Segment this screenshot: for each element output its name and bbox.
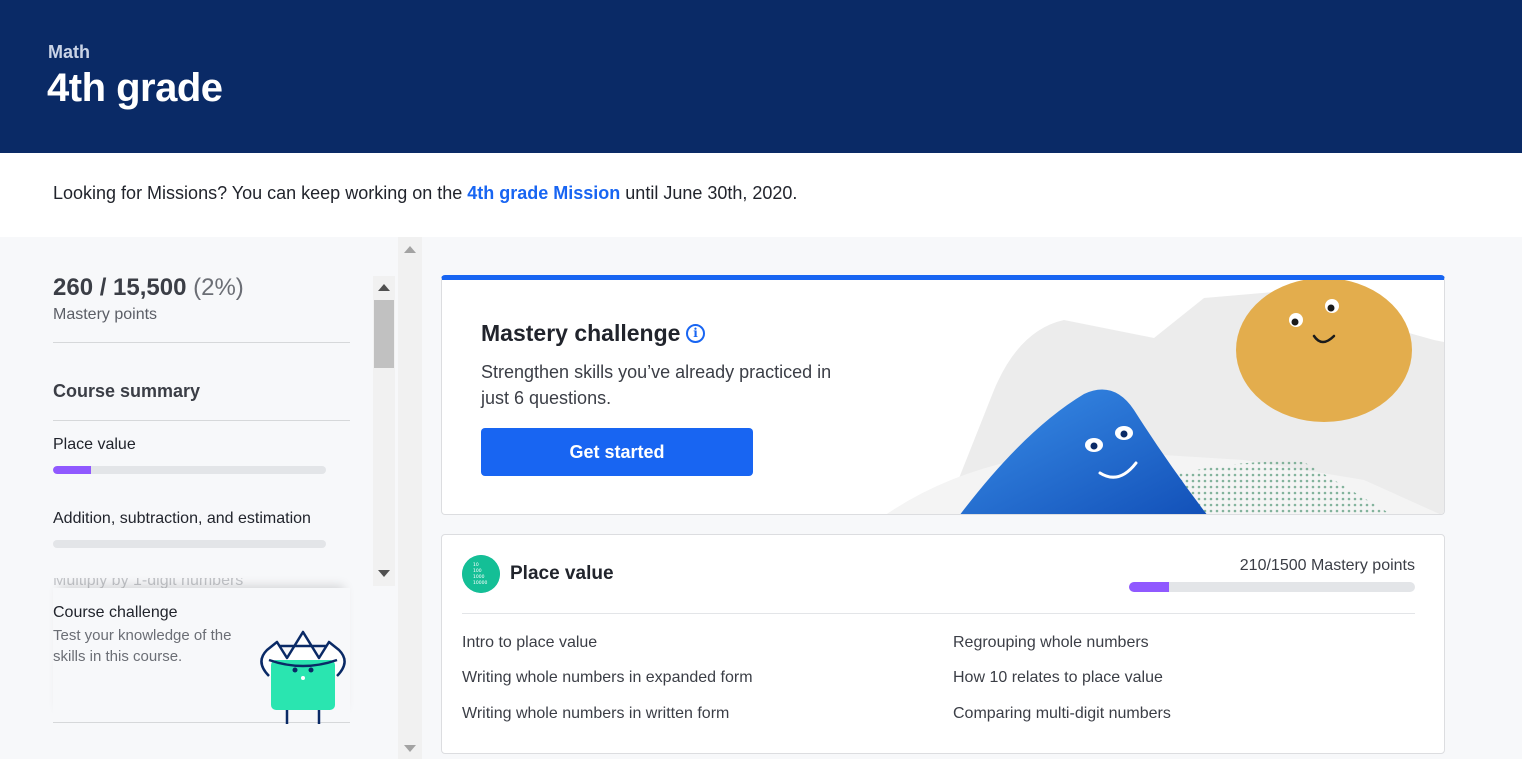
unit-progress-fill <box>53 466 92 474</box>
mastery-challenge-title: Mastery challenge <box>481 320 681 346</box>
lesson-link[interactable]: How 10 relates to place value <box>953 669 1163 687</box>
mastery-points-total: 260 / 15,500 (2%) <box>53 274 244 302</box>
points-value: 260 / 15,500 <box>53 274 187 301</box>
scroll-down-arrow-icon[interactable] <box>404 745 416 752</box>
divider <box>53 420 350 421</box>
course-header: Math 4th grade <box>0 0 1522 153</box>
notice-suffix: until June 30th, 2020. <box>620 183 798 203</box>
mission-link[interactable]: 4th grade Mission <box>467 183 620 203</box>
lesson-link[interactable]: Writing whole numbers in expanded form <box>462 669 753 687</box>
lesson-link[interactable]: Regrouping whole numbers <box>953 634 1149 652</box>
icon-digit: 10 <box>473 562 479 568</box>
sidebar-unit-faded: Multiply by 1-digit numbers <box>53 578 353 588</box>
missions-notice: Looking for Missions? You can keep worki… <box>0 153 1522 237</box>
sidebar-scrollbar[interactable] <box>373 276 395 586</box>
divider <box>462 613 1415 614</box>
course-challenge-card[interactable]: Course challenge Test your knowledge of … <box>53 588 350 724</box>
unit-progress-bar <box>53 466 326 474</box>
scroll-up-arrow-icon[interactable] <box>404 246 416 253</box>
sidebar-unit-place-value[interactable]: Place value <box>53 436 136 454</box>
mountains-illustration <box>886 280 1444 514</box>
unit-progress-bar <box>1129 582 1415 592</box>
divider <box>53 342 350 343</box>
lesson-link[interactable]: Comparing multi-digit numbers <box>953 705 1171 723</box>
icon-digit: 1000 <box>473 574 485 580</box>
notice-prefix: Looking for Missions? You can keep worki… <box>53 183 468 203</box>
info-icon[interactable]: i <box>686 324 705 343</box>
page-scrollbar[interactable] <box>398 237 422 759</box>
unit-progress-bar <box>53 540 326 548</box>
unit-progress-fill <box>1129 582 1170 592</box>
crowned-character-icon <box>260 630 346 724</box>
sidebar-unit-addition[interactable]: Addition, subtraction, and estimation <box>53 510 311 528</box>
scroll-up-arrow-icon[interactable] <box>378 284 390 291</box>
mastery-challenge-description: Strengthen skills you’ve already practic… <box>481 362 832 408</box>
points-percent: (2%) <box>193 274 244 301</box>
course-challenge-title: Course challenge <box>53 604 178 621</box>
icon-digit: 100 <box>473 568 482 574</box>
unit-title[interactable]: Place value <box>510 563 614 585</box>
mastery-points-label: Mastery points <box>53 306 158 323</box>
mastery-challenge-card: Mastery challenge i Strengthen skills yo… <box>441 275 1445 515</box>
place-value-icon: 10 100 1000 10000 <box>462 555 500 593</box>
lesson-link[interactable]: Writing whole numbers in written form <box>462 705 729 723</box>
course-summary-title: Course summary <box>53 381 201 401</box>
notice-text: Looking for Missions? You can keep worki… <box>53 183 797 204</box>
get-started-button[interactable]: Get started <box>481 428 753 476</box>
page-title: 4th grade <box>47 66 223 110</box>
course-challenge-description: Test your knowledge of the skills in thi… <box>53 627 232 665</box>
unit-card-place-value: 10 100 1000 10000 Place value 210/1500 M… <box>441 534 1445 754</box>
icon-digit: 10000 <box>473 580 487 586</box>
scroll-down-arrow-icon[interactable] <box>378 570 390 577</box>
subject-label[interactable]: Math <box>48 42 90 63</box>
unit-mastery-points: 210/1500 Mastery points <box>1239 557 1415 574</box>
scrollbar-thumb[interactable] <box>374 300 394 368</box>
lesson-link[interactable]: Intro to place value <box>462 634 597 652</box>
faded-unit-label: Multiply by 1-digit numbers <box>53 578 244 588</box>
